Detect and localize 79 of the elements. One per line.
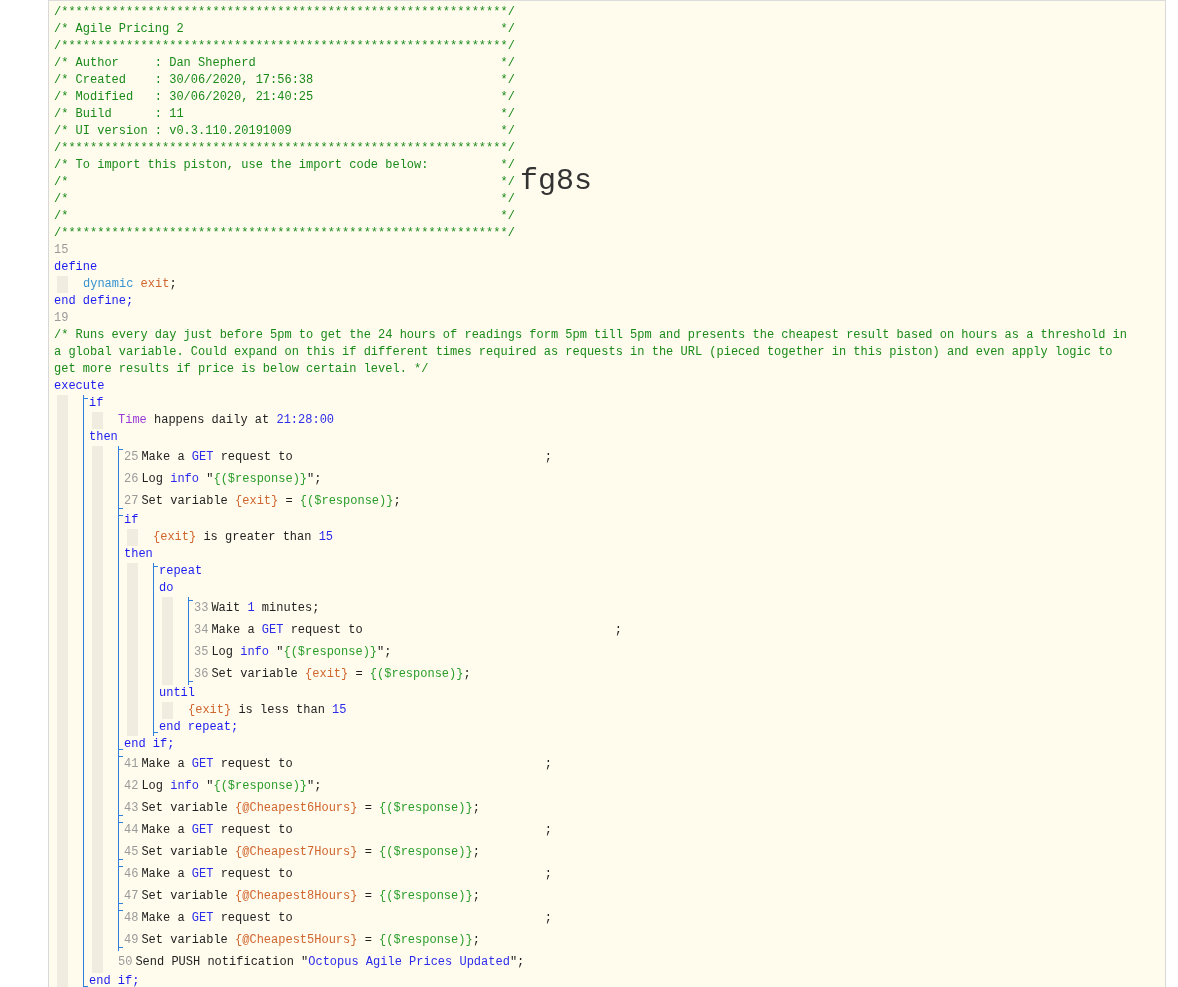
- code-line: define: [54, 259, 98, 276]
- comment-line: /*: [54, 174, 69, 191]
- comment-close: */: [500, 157, 515, 174]
- line-number: 26: [124, 471, 139, 488]
- code-line: Log info "{($response)}";: [141, 471, 322, 488]
- comment-close: */: [500, 106, 515, 123]
- code-line: if: [124, 512, 139, 529]
- code-line: Make a GET request to ;: [141, 822, 552, 839]
- line-number: 34: [194, 622, 209, 639]
- code-line: Set variable {@Cheapest7Hours} = {($response)};: [141, 844, 480, 861]
- code-line: Set variable {exit} = {($response)};: [141, 493, 401, 510]
- line-number: 43: [124, 800, 139, 817]
- comment-line: /* To import this piston, use the import code below:: [54, 157, 429, 174]
- comment-close: */: [500, 89, 515, 106]
- line-number: 46: [124, 866, 139, 883]
- code-line: Set variable {exit} = {($response)};: [211, 666, 471, 683]
- code-line: Set variable {@Cheapest8Hours} = {($response)};: [141, 888, 480, 905]
- code-line: end if;: [89, 973, 140, 987]
- comment-line: /* Build : 11: [54, 106, 184, 123]
- code-line: Wait 1 minutes;: [211, 600, 320, 617]
- line-number: 35: [194, 644, 209, 661]
- code-line: do: [159, 580, 174, 597]
- code-line: Send PUSH notification "Octopus Agile Prices Updated";: [135, 954, 525, 971]
- code-line: Set variable {@Cheapest5Hours} = {($response)};: [141, 932, 480, 949]
- comment-line: /*: [54, 208, 69, 225]
- line-number: 27: [124, 493, 139, 510]
- code-line: then: [124, 546, 153, 563]
- comment-close: */: [500, 72, 515, 89]
- line-number: 48: [124, 910, 139, 927]
- comment-line: /**************************************************************/: [54, 4, 515, 21]
- code-line: Make a GET request to ;: [141, 910, 552, 927]
- comment-line: /* Created : 30/06/2020, 17:56:38: [54, 72, 314, 89]
- comment-close: */: [500, 55, 515, 72]
- line-number: 36: [194, 666, 209, 683]
- line-number: 33: [194, 600, 209, 617]
- line-number: 42: [124, 778, 139, 795]
- comment-text: /* Runs every day just before 5pm to get the 24 hours of readings form 5pm till 5pm and presents the cheapest result based on hours as a threshold in a global variable. Could expand on this if different times required as requests in the URL (pieced together in this piston) and even apply logic to get more results if price is below certain level. */: [54, 327, 1128, 378]
- line-number: 49: [124, 932, 139, 949]
- comment-line: /* Agile Pricing 2: [54, 21, 184, 38]
- code-line: if: [89, 395, 104, 412]
- code-line: Make a GET request to ;: [141, 866, 552, 883]
- comment-line: /* Modified : 30/06/2020, 21:40:25: [54, 89, 314, 106]
- line-number: 15: [54, 242, 69, 259]
- comment-line: /* Author : Dan Shepherd: [54, 55, 256, 72]
- import-code: fg8s: [520, 164, 592, 198]
- comment-line: /*: [54, 191, 69, 208]
- code-line: Make a GET request to ;: [141, 449, 552, 466]
- line-number: 45: [124, 844, 139, 861]
- line-number: 25: [124, 449, 139, 466]
- line-number: 41: [124, 756, 139, 773]
- code-line: dynamic exit;: [83, 276, 177, 293]
- comment-close: */: [500, 208, 515, 225]
- comment-line: /**************************************************************/: [54, 38, 515, 55]
- comment-line: /**************************************************************/: [54, 140, 515, 157]
- line-number: 50: [118, 954, 133, 971]
- comment-line: /**************************************************************/: [54, 225, 515, 242]
- code-line: Make a GET request to ;: [211, 622, 622, 639]
- comment-line: /* UI version : v0.3.110.20191009: [54, 123, 292, 140]
- line-number: 19: [54, 310, 69, 327]
- code-line: {exit} is greater than 15: [153, 529, 334, 546]
- code-line: Set variable {@Cheapest6Hours} = {($response)};: [141, 800, 480, 817]
- code-line: end if;: [124, 736, 175, 753]
- comment-close: */: [500, 174, 515, 191]
- line-number: 44: [124, 822, 139, 839]
- code-line: until: [159, 685, 195, 702]
- comment-close: */: [500, 123, 515, 140]
- code-line: Time happens daily at 21:28:00: [118, 412, 335, 429]
- code-line: Log info "{($response)}";: [141, 778, 322, 795]
- line-number: 47: [124, 888, 139, 905]
- comment-close: */: [500, 21, 515, 38]
- comment-close: */: [500, 191, 515, 208]
- code-line: end repeat;: [159, 719, 239, 736]
- code-line: execute: [54, 378, 105, 395]
- code-line: Log info "{($response)}";: [211, 644, 392, 661]
- code-line: {exit} is less than 15: [188, 702, 347, 719]
- code-line: repeat: [159, 563, 203, 580]
- code-line: then: [89, 429, 118, 446]
- code-line: end define;: [54, 293, 134, 310]
- code-line: Make a GET request to ;: [141, 756, 552, 773]
